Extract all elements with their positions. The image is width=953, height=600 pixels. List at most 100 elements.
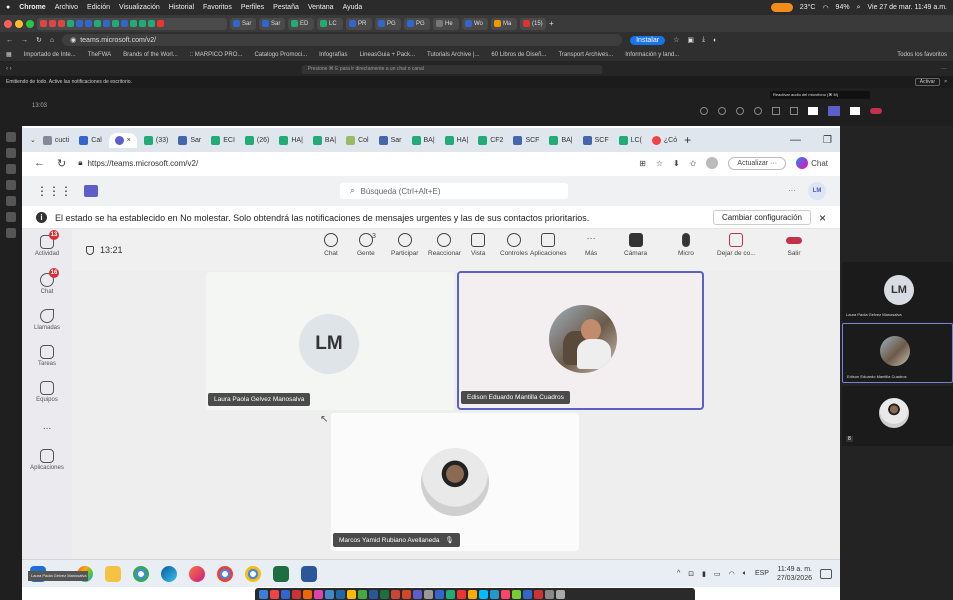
menu-archivo[interactable]: Archivo (55, 4, 78, 11)
participant-tile-marcos[interactable]: Marcos Yamid Rubiano Avellaneda 🎙︎ (331, 413, 579, 551)
pinned-tabs-group[interactable] (37, 17, 227, 30)
nav-item-apps[interactable]: Aplicaciones (22, 449, 72, 471)
dock-app-icon[interactable] (501, 589, 510, 599)
inner-tab[interactable]: SCF (510, 134, 542, 147)
site-info-icon[interactable]: ◉ (70, 36, 76, 44)
menu-historial[interactable]: Historial (169, 4, 194, 11)
participant-tile-laura[interactable]: LM Laura Paola Gelvez Manosalva (206, 272, 454, 410)
react-icon[interactable] (754, 107, 762, 115)
window-minimize-icon[interactable] (15, 19, 23, 28)
extension-icon[interactable]: ▣ (687, 36, 694, 44)
inner-tab[interactable]: LC( (616, 134, 645, 147)
new-tab-icon[interactable]: + (549, 19, 554, 28)
inner-tab[interactable]: ECI (208, 134, 238, 147)
teams-search-input[interactable]: ⌕ Búsqueda (Ctrl+Alt+E) (340, 183, 568, 199)
app-launcher-icon[interactable]: ⋮⋮⋮ (36, 184, 72, 198)
call-react-button[interactable]: Reaccionar (428, 233, 461, 257)
bookmark-item[interactable]: Transport Archives... (558, 52, 613, 58)
stop-sharing-button[interactable]: Dejar de co... (717, 233, 756, 257)
back-icon[interactable]: ← (34, 157, 45, 169)
dock-app-icon[interactable] (358, 589, 367, 599)
menu-visualizacion[interactable]: Visualización (119, 4, 160, 11)
dock-app-icon[interactable] (435, 589, 444, 599)
inner-tab[interactable]: HA| (276, 134, 306, 147)
nav-item-teams[interactable]: Equipos (22, 381, 72, 403)
dock-app-icon[interactable] (325, 589, 334, 599)
install-app-button[interactable]: Instalar (630, 35, 666, 45)
profile-avatar-icon[interactable] (706, 157, 719, 169)
call-more-button[interactable]: ··· Más (585, 233, 597, 257)
bookmark-item[interactable]: :: MARPICO PRO... (190, 52, 243, 58)
change-settings-button[interactable]: Cambiar configuración (712, 210, 811, 225)
outer-tab[interactable]: Ma (491, 17, 517, 30)
bookmark-item[interactable]: Tutorials Archive |... (427, 52, 479, 58)
chrome-icon[interactable] (133, 565, 150, 582)
nav-item-chat[interactable]: 16 Chat (22, 268, 72, 295)
call-camera-button[interactable]: Cámara (624, 233, 647, 257)
teams-logo-icon[interactable] (84, 185, 98, 197)
dock-app-icon[interactable] (303, 589, 312, 599)
inner-tab[interactable]: Col (343, 134, 372, 147)
outer-tab[interactable]: ED (288, 17, 314, 30)
inner-tab[interactable]: (33) (141, 134, 171, 147)
wifi-icon[interactable]: ◠ (729, 570, 735, 578)
dock-app-icon[interactable] (369, 589, 378, 599)
call-chat-button[interactable]: Chat (324, 233, 338, 257)
outer-tab[interactable]: Sar (230, 17, 256, 30)
bookmark-star-icon[interactable]: ☆ (673, 36, 679, 44)
battery-readout[interactable]: 94% (836, 4, 850, 11)
window-close-icon[interactable] (4, 19, 12, 28)
window-zoom-icon[interactable] (26, 19, 34, 28)
nav-arrows-icon[interactable]: ‹ › (6, 66, 12, 72)
rail-chat-icon[interactable] (6, 148, 16, 158)
dock-app-icon[interactable] (479, 589, 488, 599)
dock-app-icon[interactable] (512, 589, 521, 599)
dock-app-icon[interactable] (314, 589, 323, 599)
bookmark-item[interactable]: TheFWA (88, 52, 111, 58)
call-controls-button[interactable]: Controles (500, 233, 528, 257)
inner-tab[interactable]: (26) (242, 134, 272, 147)
copilot-chat-button[interactable]: Chat (796, 157, 828, 169)
inner-tab[interactable]: Cal (76, 134, 105, 147)
dock-app-icon[interactable] (523, 589, 532, 599)
language-indicator[interactable]: ESP (755, 570, 769, 577)
nav-item-activity[interactable]: 13 Actividad (22, 230, 72, 257)
bookmark-item[interactable]: Catalogo Promoci... (254, 52, 307, 58)
split-view-icon[interactable]: ⊞ (639, 159, 646, 168)
favorite-star-icon[interactable]: ☆ (656, 159, 663, 168)
participant-tile-edison[interactable]: Edison Eduardo Mantilla Cuadros (457, 271, 704, 410)
outer-tab[interactable]: Sar (259, 17, 285, 30)
outer-tab[interactable]: PR (346, 17, 372, 30)
share-icon[interactable] (850, 107, 860, 115)
outer-teams-search[interactable]: Presione ⌘ E para ir directamente a un c… (301, 64, 602, 74)
inner-tab[interactable]: BA| (310, 134, 339, 147)
people-icon[interactable] (718, 107, 726, 115)
close-tab-icon[interactable]: × (127, 137, 131, 144)
raise-hand-icon[interactable] (736, 107, 744, 115)
wifi-icon[interactable]: ◠ (822, 4, 828, 12)
dock-app-icon[interactable] (347, 589, 356, 599)
leave-call-button[interactable]: Salir (786, 233, 802, 257)
inner-tab[interactable]: CF2 (475, 134, 506, 147)
outer-tab[interactable]: Wo (462, 17, 488, 30)
inner-tab[interactable]: HA| (442, 134, 472, 147)
inner-tab[interactable]: ¿Có (649, 134, 680, 147)
apps-grid-icon[interactable]: ▦ (6, 51, 12, 58)
rail-activity-icon[interactable] (6, 132, 16, 142)
apple-icon[interactable]: ● (6, 4, 10, 11)
inner-tab[interactable]: BA| (409, 134, 438, 147)
rail-teams-icon[interactable] (6, 164, 16, 174)
tray-app-icon[interactable]: ⊡ (688, 570, 694, 578)
inner-tab-active-teams[interactable]: × (108, 132, 137, 148)
bookmark-item[interactable]: Importado de Inte... (24, 52, 76, 58)
dock-app-icon[interactable] (336, 589, 345, 599)
dock-app-icon[interactable] (457, 589, 466, 599)
profile-icon[interactable]: ◐ (713, 37, 717, 44)
chat-icon[interactable] (700, 107, 708, 115)
all-bookmarks-folder[interactable]: Todos los favoritos (897, 52, 947, 58)
camera-icon[interactable] (808, 107, 818, 115)
favorites-icon[interactable]: ✩ (690, 159, 697, 168)
download-icon[interactable]: ⤓ (702, 36, 705, 44)
leave-call-icon[interactable] (870, 108, 882, 114)
menu-app-chrome[interactable]: Chrome (19, 4, 45, 11)
